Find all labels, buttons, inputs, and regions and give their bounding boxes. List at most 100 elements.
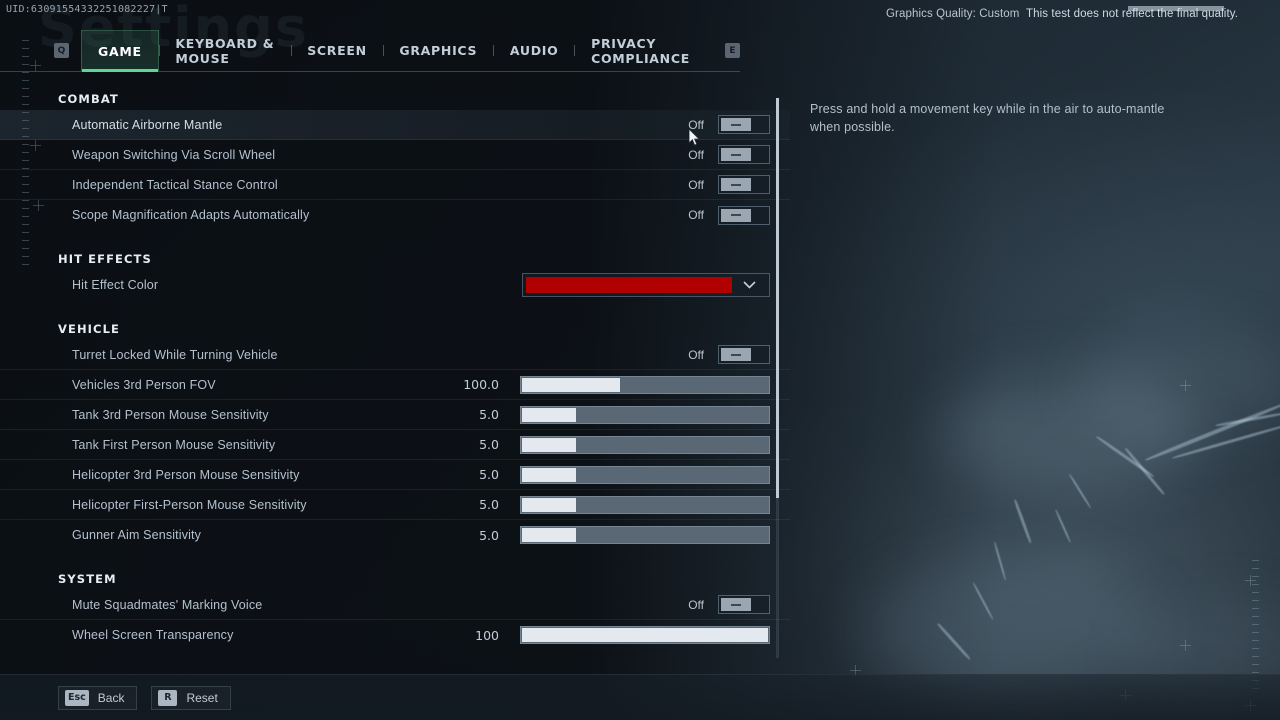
- slider-fill: [522, 528, 577, 542]
- slider-value: 5.0: [479, 527, 499, 543]
- disclaimer-highlight-bar: [1128, 6, 1224, 11]
- tab-graphics[interactable]: GRAPHICS: [383, 30, 493, 71]
- setting-label: Mute Squadmates' Marking Voice: [72, 597, 263, 612]
- settings-scrollbar-thumb[interactable]: [776, 98, 779, 498]
- setting-control: Off: [688, 145, 770, 164]
- slider-track[interactable]: [520, 526, 770, 544]
- toggle-switch[interactable]: [718, 345, 770, 364]
- slider-value: 5.0: [479, 407, 499, 422]
- slider-value: 5.0: [479, 497, 499, 512]
- setting-row[interactable]: Tank 3rd Person Mouse Sensitivity 5.0: [0, 400, 790, 430]
- toggle-switch[interactable]: [718, 115, 770, 134]
- tab-privacy-compliance[interactable]: PRIVACY COMPLIANCE: [575, 30, 713, 71]
- toggle-switch[interactable]: [718, 595, 770, 614]
- slider-fill: [522, 497, 577, 512]
- setting-control: 5.0: [435, 435, 770, 454]
- setting-label: Gunner Aim Sensitivity: [72, 528, 202, 542]
- bottom-hint-bar: Esc Back R Reset: [0, 674, 1280, 720]
- crosshair-mark: [1180, 380, 1191, 391]
- setting-row[interactable]: Helicopter First-Person Mouse Sensitivit…: [0, 490, 790, 520]
- slider-value: 100: [475, 627, 499, 643]
- toggle-knob: [721, 208, 751, 222]
- graphics-quality-label: Graphics Quality: Custom: [886, 8, 1020, 20]
- toggle-switch[interactable]: [718, 145, 770, 164]
- setting-label: Vehicles 3rd Person FOV: [72, 377, 216, 392]
- slider-track[interactable]: [520, 405, 770, 424]
- tab-game[interactable]: GAME: [81, 30, 159, 72]
- slider-track[interactable]: [520, 375, 770, 394]
- setting-control: Off: [688, 175, 770, 194]
- setting-control: 100: [435, 626, 770, 644]
- setting-label: Weapon Switching Via Scroll Wheel: [72, 147, 276, 162]
- slider-fill: [522, 437, 577, 452]
- setting-label: Turret Locked While Turning Vehicle: [72, 347, 278, 362]
- setting-label: Automatic Airborne Mantle: [72, 117, 223, 132]
- setting-label: Tank First Person Mouse Sensitivity: [72, 437, 276, 452]
- slider-fill: [522, 377, 621, 392]
- slider-track[interactable]: [520, 465, 770, 484]
- settings-tabbar: Q GAME KEYBOARD & MOUSE SCREEN GRAPHICS AUDI…: [0, 30, 740, 72]
- next-tab-key[interactable]: E: [725, 43, 740, 58]
- setting-label: Helicopter 3rd Person Mouse Sensitivity: [72, 467, 300, 482]
- slider-track[interactable]: [520, 626, 770, 644]
- setting-row[interactable]: Scope Magnification Adapts Automatically…: [0, 200, 790, 230]
- setting-label: Independent Tactical Stance Control: [72, 177, 278, 192]
- keycap-reset: R: [158, 689, 178, 706]
- section-header: VEHICLE: [58, 322, 120, 336]
- toggle-state-label: Off: [688, 117, 704, 132]
- setting-row[interactable]: Weapon Switching Via Scroll Wheel Off: [0, 140, 790, 170]
- setting-row[interactable]: Turret Locked While Turning Vehicle Off: [0, 340, 790, 370]
- toggle-state-label: Off: [688, 597, 704, 612]
- slider-fill: [522, 628, 768, 642]
- setting-row[interactable]: Gunner Aim Sensitivity 5.0: [0, 520, 790, 550]
- settings-scrollbar-track[interactable]: [776, 98, 779, 658]
- hint-label: Back: [97, 690, 125, 705]
- prev-tab-key[interactable]: Q: [54, 43, 69, 58]
- slider-value: 100.0: [463, 377, 499, 392]
- slider-track[interactable]: [520, 495, 770, 514]
- toggle-knob: [721, 118, 751, 131]
- keycap-back: Esc: [65, 689, 89, 706]
- toggle-knob: [721, 348, 751, 361]
- setting-description: Press and hold a movement key while in t…: [810, 102, 1165, 134]
- toggle-knob: [721, 148, 751, 161]
- setting-row[interactable]: Tank First Person Mouse Sensitivity 5.0: [0, 430, 790, 460]
- tab-audio[interactable]: AUDIO: [494, 30, 575, 71]
- reset-button[interactable]: R Reset: [151, 685, 231, 710]
- back-button[interactable]: Esc Back: [58, 685, 138, 710]
- setting-label: Helicopter First-Person Mouse Sensitivit…: [72, 497, 307, 512]
- setting-control: Off: [688, 345, 770, 364]
- setting-label: Hit Effect Color: [72, 278, 159, 292]
- hint-label: Reset: [186, 690, 218, 705]
- setting-row[interactable]: Independent Tactical Stance Control Off: [0, 170, 790, 200]
- edge-ruler: [1252, 560, 1259, 690]
- setting-label: Tank 3rd Person Mouse Sensitivity: [72, 407, 269, 422]
- slider-track[interactable]: [520, 435, 770, 454]
- chevron-down-icon[interactable]: [732, 281, 766, 289]
- setting-label: Scope Magnification Adapts Automatically: [72, 208, 310, 222]
- setting-control: Off: [688, 205, 770, 225]
- section-header: SYSTEM: [58, 572, 117, 586]
- setting-row[interactable]: Automatic Airborne Mantle Off: [0, 110, 790, 140]
- crosshair-mark: [1180, 640, 1191, 651]
- setting-control: 5.0: [435, 495, 770, 514]
- toggle-knob: [721, 598, 751, 611]
- setting-row[interactable]: Wheel Screen Transparency 100: [0, 620, 790, 650]
- color-swatch: [526, 277, 732, 293]
- color-picker[interactable]: [522, 273, 770, 297]
- setting-control: 5.0: [435, 465, 770, 484]
- toggle-switch[interactable]: [718, 175, 770, 194]
- toggle-switch[interactable]: [718, 205, 770, 225]
- toggle-state-label: Off: [688, 208, 704, 222]
- slider-fill: [522, 467, 577, 482]
- setting-row[interactable]: Helicopter 3rd Person Mouse Sensitivity 5…: [0, 460, 790, 490]
- setting-row[interactable]: Vehicles 3rd Person FOV 100.0: [0, 370, 790, 400]
- tab-screen[interactable]: SCREEN: [291, 30, 383, 71]
- setting-row[interactable]: Mute Squadmates' Marking Voice Off: [0, 590, 790, 620]
- tab-keyboard-mouse[interactable]: KEYBOARD & MOUSE: [159, 30, 290, 71]
- setting-row[interactable]: Hit Effect Color: [0, 270, 790, 300]
- slider-value: 5.0: [479, 437, 499, 452]
- slider-fill: [522, 407, 577, 422]
- setting-control: Off: [688, 595, 770, 614]
- settings-list: COMBAT Automatic Airborne Mantle Off Weapon…: [0, 92, 790, 664]
